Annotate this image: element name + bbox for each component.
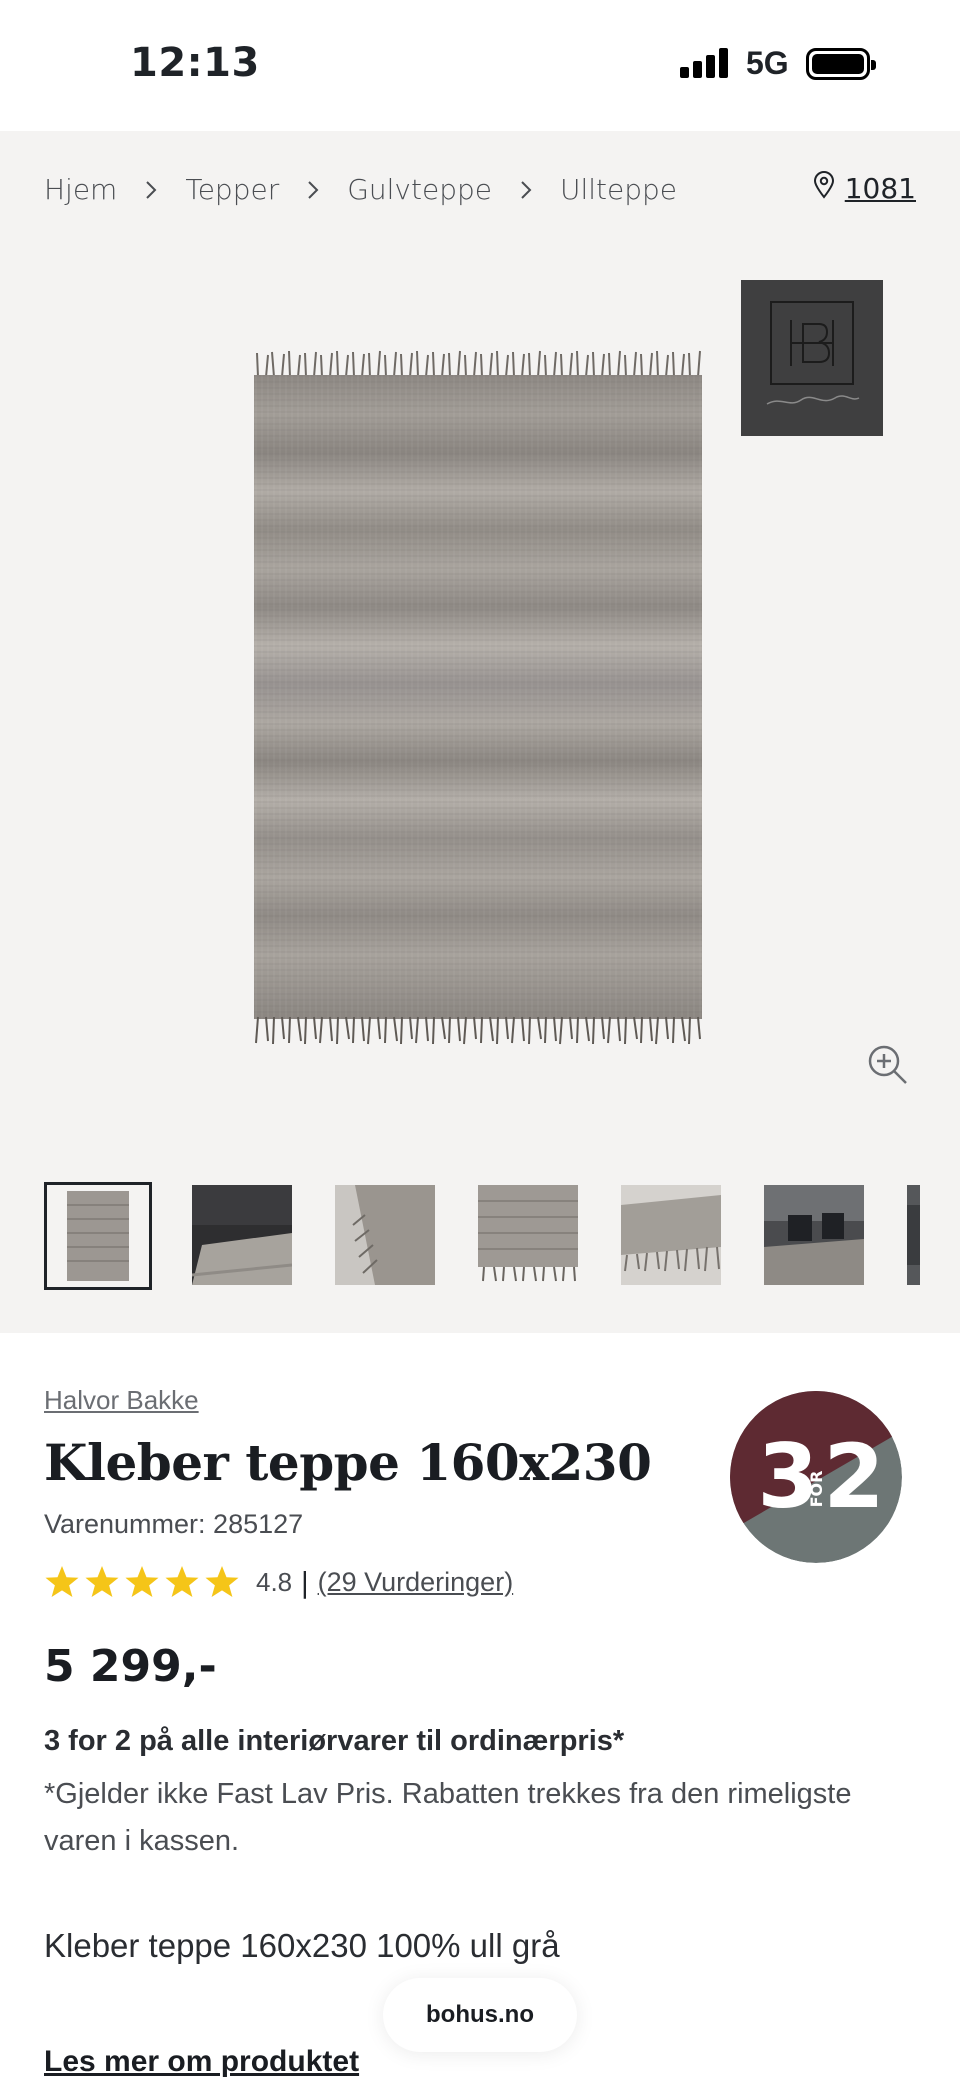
promo-text: *Gjelder ikke Fast Lav Pris. Rabatten tr…: [44, 1778, 852, 1857]
breadcrumb: Hjem Tepper Gulvteppe Ullteppe: [44, 173, 677, 206]
zoom-in-icon[interactable]: [866, 1043, 910, 1087]
product-title: Kleber teppe 160x230: [44, 1433, 652, 1492]
store-selector[interactable]: 1081: [813, 171, 916, 206]
battery-icon: [806, 48, 876, 80]
star-icon: [165, 1566, 199, 1597]
thumbnail-strip: [44, 1181, 920, 1291]
signal-icon: [680, 48, 730, 78]
location-pin-icon: [813, 171, 835, 206]
brand-logo: [741, 280, 883, 436]
thumbnail-3[interactable]: [335, 1185, 435, 1285]
product-sku: Varenummer: 285127: [44, 1509, 304, 1539]
star-icon: [45, 1566, 79, 1597]
badge-number-right: 2: [823, 1425, 884, 1528]
three-for-two-badge: 3 FOR 2: [730, 1391, 902, 1563]
thumbnail-6[interactable]: [764, 1185, 864, 1285]
status-time: 12:13: [130, 40, 260, 86]
product-gallery: Hjem Tepper Gulvteppe Ullteppe 1081: [0, 131, 960, 1333]
breadcrumb-ullteppe[interactable]: Ullteppe: [560, 173, 677, 206]
status-bar: 12:13 5G: [0, 0, 960, 131]
rating-divider: |: [300, 1565, 310, 1599]
store-number: 1081: [844, 172, 916, 205]
breadcrumb-home[interactable]: Hjem: [44, 173, 117, 206]
reviews-link[interactable]: (29 Vurderinger): [318, 1567, 514, 1598]
product-description: Kleber teppe 160x230 100% ull grå: [44, 1927, 560, 1964]
thumbnail-7[interactable]: [907, 1185, 920, 1285]
network-label: 5G: [746, 45, 789, 81]
star-icon: [85, 1566, 119, 1597]
product-price: 5 299,-: [44, 1641, 217, 1692]
rating-stars: [44, 1565, 240, 1599]
read-more-link[interactable]: Les mer om produktet: [44, 2045, 359, 2079]
thumbnail-4[interactable]: [478, 1185, 578, 1285]
thumbnail-2[interactable]: [192, 1185, 292, 1285]
brand-link[interactable]: Halvor Bakke: [44, 1385, 199, 1416]
browser-domain-pill[interactable]: bohus.no: [383, 1978, 577, 2052]
promo-title: 3 for 2 på alle interiørvarer til ordinæ…: [44, 1725, 625, 1757]
chevron-right-icon: [307, 180, 319, 200]
product-rating: 4.8 | (29 Vurderinger): [44, 1565, 513, 1599]
star-icon: [125, 1566, 159, 1597]
product-info: Halvor Bakke Kleber teppe 160x230 Varenu…: [0, 1333, 960, 2081]
thumbnail-1[interactable]: [44, 1182, 152, 1290]
thumbnail-5[interactable]: [621, 1185, 721, 1285]
chevron-right-icon: [145, 180, 157, 200]
breadcrumb-tepper[interactable]: Tepper: [185, 173, 279, 206]
star-icon: [205, 1566, 239, 1597]
chevron-right-icon: [520, 180, 532, 200]
product-main-image[interactable]: [254, 349, 702, 1045]
breadcrumb-gulvteppe[interactable]: Gulvteppe: [347, 173, 492, 206]
rating-value: 4.8: [256, 1566, 293, 1597]
